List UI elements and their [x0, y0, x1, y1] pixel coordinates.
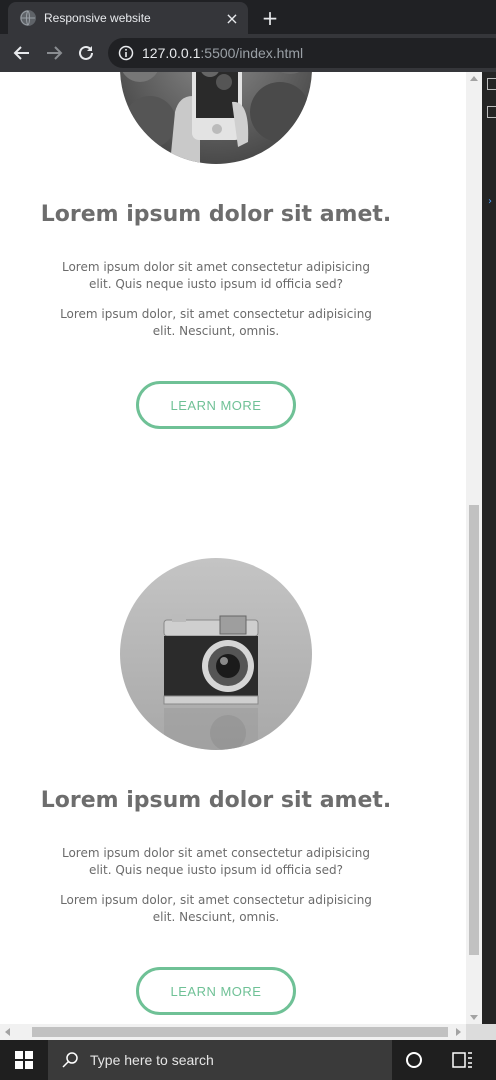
scrollbar-corner — [466, 1024, 496, 1040]
browser-toolbar: 127.0.0.1:5500/index.html — [0, 34, 496, 72]
scrollbar-thumb[interactable] — [469, 505, 479, 955]
url-path: :5500/index.html — [200, 45, 304, 61]
tab-title: Responsive website — [44, 11, 151, 25]
camera-photo — [120, 558, 312, 750]
close-tab-icon[interactable]: × — [222, 8, 242, 28]
card-heading: Lorem ipsum dolor sit amet. — [40, 202, 392, 227]
devtools-arrow-icon: › — [488, 196, 492, 207]
taskbar-search-box[interactable]: Type here to search — [48, 1040, 392, 1080]
reload-icon[interactable] — [72, 39, 100, 67]
horizontal-scrollbar[interactable] — [0, 1024, 466, 1040]
forward-icon[interactable] — [40, 39, 68, 67]
scroll-down-icon[interactable] — [470, 1015, 478, 1020]
devtools-icon — [487, 106, 496, 118]
card-paragraph: Lorem ipsum dolor, sit amet consectetur … — [60, 307, 372, 338]
learn-more-button[interactable]: LEARN MORE — [136, 967, 296, 1015]
taskbar: Type here to search — [0, 1040, 496, 1080]
page-viewport: Lorem ipsum dolor sit amet. Lorem ipsum … — [0, 72, 466, 1024]
globe-icon — [20, 10, 36, 26]
learn-more-button[interactable]: LEARN MORE — [136, 381, 296, 429]
card-paragraph: Lorem ipsum dolor sit amet consectetur a… — [61, 260, 371, 291]
task-view-icon[interactable] — [452, 1050, 474, 1070]
card-paragraph: Lorem ipsum dolor sit amet consectetur a… — [61, 846, 371, 877]
url-host: 127.0.0.1 — [142, 45, 201, 61]
url-text: 127.0.0.1:5500/index.html — [142, 45, 303, 61]
new-tab-button[interactable]: + — [256, 5, 284, 31]
address-bar[interactable]: 127.0.0.1:5500/index.html — [108, 38, 496, 68]
card-heading: Lorem ipsum dolor sit amet. — [40, 788, 392, 813]
site-info-icon[interactable] — [118, 45, 134, 61]
tab-strip: Responsive website × + — [0, 0, 496, 34]
devtools-icon — [487, 78, 496, 90]
phone-photo — [120, 72, 312, 164]
scroll-right-icon[interactable] — [456, 1028, 461, 1036]
scroll-left-icon[interactable] — [5, 1028, 10, 1036]
back-icon[interactable] — [8, 39, 36, 67]
search-icon — [62, 1052, 78, 1068]
card-paragraph: Lorem ipsum dolor, sit amet consectetur … — [60, 893, 372, 924]
browser-tab[interactable]: Responsive website × — [8, 2, 248, 34]
windows-start-icon[interactable] — [0, 1040, 48, 1080]
devtools-panel-edge: › — [482, 72, 496, 1024]
vertical-scrollbar[interactable] — [466, 72, 482, 1024]
search-placeholder: Type here to search — [90, 1052, 214, 1068]
scroll-up-icon[interactable] — [470, 76, 478, 81]
scrollbar-thumb[interactable] — [32, 1027, 448, 1037]
cortana-icon[interactable] — [406, 1052, 422, 1068]
